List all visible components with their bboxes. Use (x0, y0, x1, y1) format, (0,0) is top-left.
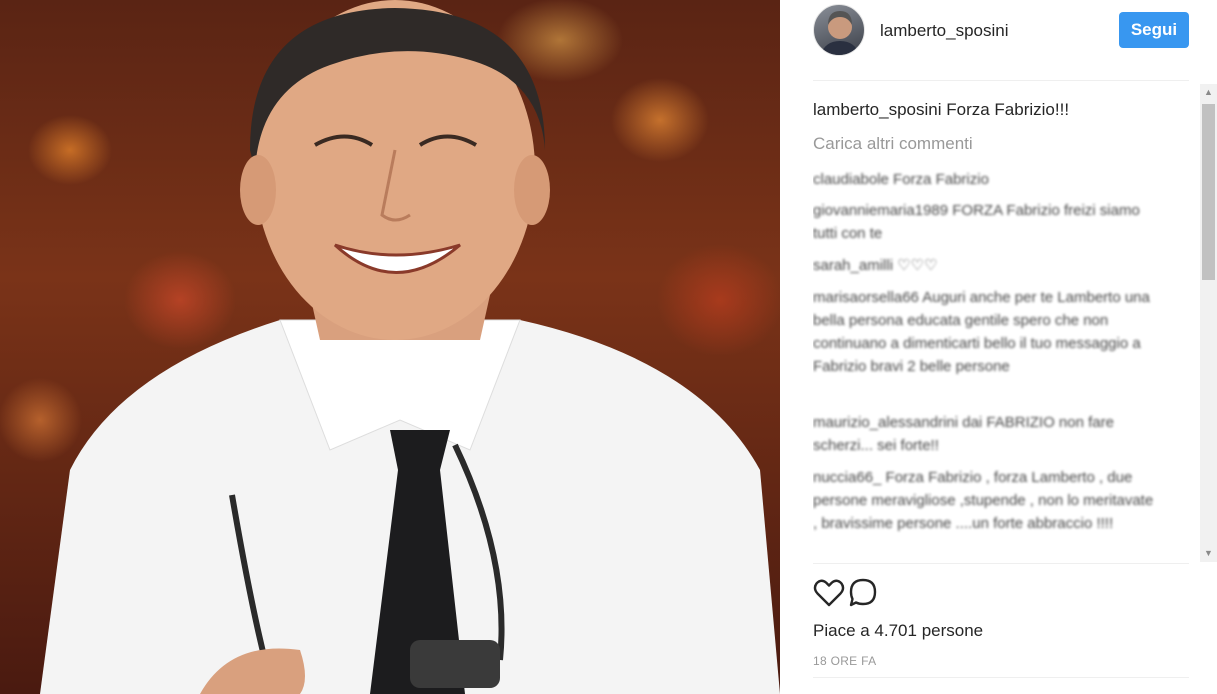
post-photo[interactable] (0, 0, 780, 694)
username-link[interactable]: lamberto_sposini (880, 21, 1009, 41)
post-sidebar: lamberto_sposini Segui lamberto_sposini … (780, 0, 1217, 694)
scroll-down-arrow-icon[interactable]: ▼ (1200, 545, 1217, 562)
heart-icon[interactable] (812, 576, 846, 610)
caption-text: Forza Fabrizio!!! (946, 100, 1070, 119)
comment-icon[interactable] (846, 576, 880, 610)
instagram-post: lamberto_sposini Segui lamberto_sposini … (0, 0, 1217, 694)
comment-item: claudiabole Forza Fabrizio (813, 171, 989, 188)
likes-count[interactable]: Piace a 4.701 persone (813, 621, 983, 641)
scroll-up-arrow-icon[interactable]: ▲ (1200, 84, 1217, 101)
scroll-thumb[interactable] (1202, 104, 1215, 280)
comment-item: sarah_amilli ♡♡♡ (813, 257, 938, 274)
caption-username[interactable]: lamberto_sposini (813, 100, 942, 119)
divider (813, 563, 1189, 564)
caption: lamberto_sposini Forza Fabrizio!!! (813, 100, 1069, 120)
divider (813, 677, 1189, 678)
avatar[interactable] (813, 4, 865, 56)
follow-button[interactable]: Segui (1119, 12, 1189, 48)
comments-scrollbar[interactable]: ▲ ▼ (1200, 84, 1217, 562)
load-more-comments-link[interactable]: Carica altri commenti (813, 134, 973, 154)
photo-illustration (40, 0, 780, 694)
comment-item: marisaorsella66 Auguri anche per te Lamb… (813, 289, 1150, 375)
comment-item: giovanniemaria1989 FORZA Fabrizio freizi… (813, 202, 1140, 242)
comment-item: maurizio_alessandrini dai FABRIZIO non f… (813, 414, 1114, 454)
comments-list[interactable]: lamberto_sposini Forza Fabrizio!!! Caric… (813, 84, 1200, 562)
divider (813, 80, 1189, 81)
post-timestamp[interactable]: 18 ORE FA (813, 654, 876, 668)
avatar-image (820, 11, 860, 55)
post-header: lamberto_sposini Segui (780, 0, 1217, 70)
comment-item: nuccia66_ Forza Fabrizio , forza Lambert… (813, 469, 1154, 532)
